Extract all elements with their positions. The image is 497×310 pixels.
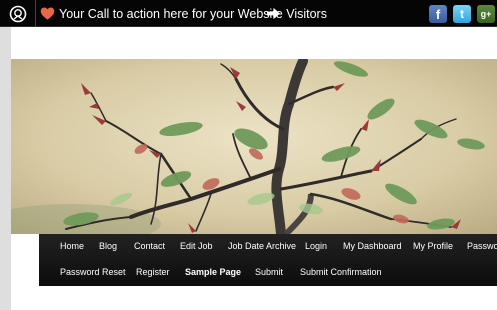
right-arrow-icon[interactable] (266, 7, 281, 20)
nav-edit-job[interactable]: Edit Job (180, 241, 213, 252)
left-gutter (0, 27, 11, 310)
nav-contact[interactable]: Contact (134, 241, 165, 252)
nav-home[interactable]: Home (60, 241, 84, 252)
nav-job-date-archive[interactable]: Job Date Archive (228, 241, 296, 252)
nav-password-reset[interactable]: Password Reset (60, 267, 126, 278)
nav-register[interactable]: Register (136, 267, 170, 278)
google-plus-icon[interactable]: g+ (477, 5, 495, 23)
call-to-action-link[interactable]: Your Call to action here for your Websit… (59, 7, 327, 21)
twitter-icon[interactable]: t (453, 5, 471, 23)
main-nav-menu: Home Blog Contact Edit Job Job Date Arch… (39, 234, 497, 286)
nav-login[interactable]: Login (305, 241, 327, 252)
nav-password-truncated[interactable]: Passwo (467, 241, 497, 252)
facebook-icon[interactable]: f (429, 5, 447, 23)
header-image (11, 59, 497, 234)
nav-submit[interactable]: Submit (255, 267, 283, 278)
nav-sample-page[interactable]: Sample Page (185, 267, 241, 278)
top-notification-bar: Your Call to action here for your Websit… (0, 0, 497, 27)
nav-submit-confirmation[interactable]: Submit Confirmation (300, 267, 382, 278)
nav-my-profile[interactable]: My Profile (413, 241, 453, 252)
nav-blog[interactable]: Blog (99, 241, 117, 252)
circle-arrow-icon[interactable] (0, 0, 36, 27)
nav-my-dashboard[interactable]: My Dashboard (343, 241, 402, 252)
heart-icon (40, 7, 55, 20)
